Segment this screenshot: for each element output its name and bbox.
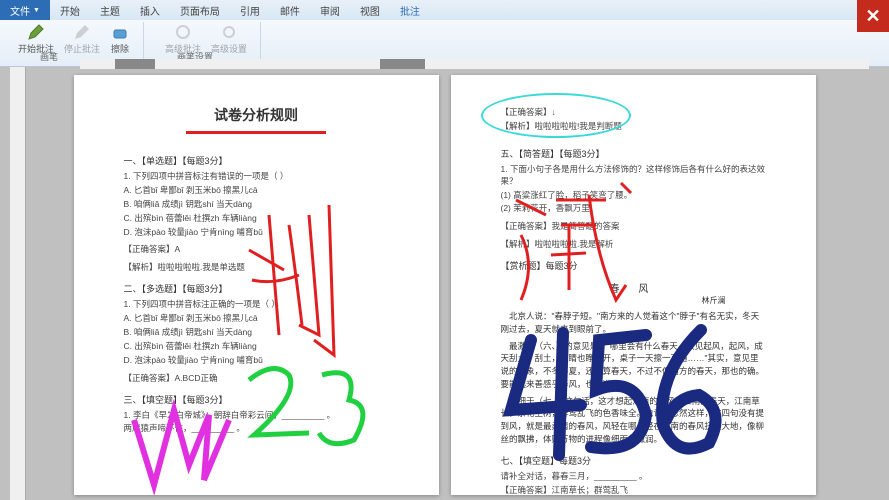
option-d: D. 泡沫pào 较量jiào 宁肯nìng 哺育bǔ <box>124 355 389 367</box>
tab-reference[interactable]: 引用 <box>230 3 270 18</box>
question-text: 1. 下面小句子各是用什么方法修饰的？这样修饰后各有什么好的表达效果？ <box>501 164 766 188</box>
file-label: 文件 <box>10 3 30 18</box>
correct-answer: 【正确答案】我是简答题的答案 <box>501 221 766 233</box>
option-a: A. 匕首bǐ 卑鄙bǐ 剥玉米bō 擦黑儿cā <box>124 313 389 325</box>
ribbon-label: 停止批注 <box>64 42 100 55</box>
section-6-heading: 【赏析题】每题3分 <box>501 259 766 272</box>
brush-icon <box>173 22 193 42</box>
pencil-stop-icon <box>72 22 92 42</box>
section-1-heading: 一、【单选题】【每题3分】 <box>124 154 389 167</box>
paragraph: 最激烈（六、）的意见是："哪里会有什么春天，只见起风，起风，成天刮土，刮土，眼睛… <box>501 340 766 391</box>
ribbon-label: 高级设置 <box>211 42 247 55</box>
tab-review[interactable]: 审阅 <box>310 3 350 18</box>
title-underline-annotation <box>186 131 326 134</box>
option-b: B. 咱俩liǎ 成绩jì 钥匙shí 当天dàng <box>124 199 389 211</box>
gear-icon <box>219 22 239 42</box>
option-b: B. 咱俩liǎ 成绩jì 钥匙shí 当天dàng <box>124 327 389 339</box>
section-5-heading: 五、【简答题】【每题3分】 <box>501 147 766 160</box>
explanation: 【解析】啦啦啦啦啦.我是单选题 <box>124 262 389 274</box>
page-title: 试卷分析规则 <box>124 105 389 125</box>
section-2-heading: 二、【多选题】【每题3分】 <box>124 282 389 295</box>
tab-start[interactable]: 开始 <box>50 3 90 18</box>
option-c: C. 出殡bìn 蓓蕾lěi 杜撰zh 车辆liàng <box>124 341 389 353</box>
close-button[interactable]: ✕ <box>857 0 889 32</box>
pencil-icon <box>26 22 46 42</box>
option-d: D. 泡沫pào 较量jiào 宁肯nìng 哺育bǔ <box>124 227 389 239</box>
chevron-down-icon: ▼ <box>33 7 40 14</box>
question-text: 1. 李白《早发白帝城》：朝辞白帝彩云间，_________ 。 <box>124 410 389 422</box>
ribbon-group-label: 画笔 <box>40 50 58 63</box>
correct-answer: 【正确答案】江南草长；群莺乱飞 <box>501 485 766 495</box>
ribbon-label: 擦除 <box>111 42 129 55</box>
question-text: 1. 下列四项中拼音标注正确的一项是（ ） <box>124 299 389 311</box>
section-3-heading: 三、【填空题】【每题3分】 <box>124 393 389 406</box>
poem-author: 林斤澜 <box>501 295 726 306</box>
explanation: 【解析】啦啦啦啦啦.我是解析 <box>501 239 766 251</box>
page-1[interactable]: 试卷分析规则 一、【单选题】【每题3分】 1. 下列四项中拼音标注有错误的一项是… <box>74 75 439 495</box>
sub-question: (1) 高粱涨红了脸，稻子笑弯了腰。 <box>501 190 766 202</box>
correct-answer: 【正确答案】A <box>124 244 389 256</box>
question-text: 两岸猿声啼不住，_________ 。 <box>124 423 389 435</box>
option-c: C. 出殡bìn 蓓蕾lěi 杜撰zh 车辆liàng <box>124 213 389 225</box>
question-text: 1. 下列四项中拼音标注有错误的一项是（ ） <box>124 171 389 183</box>
tab-theme[interactable]: 主题 <box>90 3 130 18</box>
stop-annotate-button[interactable]: 停止批注 <box>59 22 105 54</box>
section-7-heading: 七、【填空题】每题3分 <box>501 454 766 467</box>
paragraph: 北京人说："春脖子短。"南方来的人觉着这个"脖子"有名无实，冬天刚过去，夏天就来… <box>501 310 766 336</box>
cyan-circle-annotation <box>481 93 631 138</box>
option-a: A. 匕首bǐ 卑鄙bǐ 剥玉米bō 擦黑儿cā <box>124 185 389 197</box>
tab-view[interactable]: 视图 <box>350 3 390 18</box>
vertical-ruler <box>10 67 26 500</box>
file-menu[interactable]: 文件▼ <box>0 0 50 20</box>
eraser-icon <box>110 22 130 42</box>
paragraph: 我细于（七、）这句话，这才想起江南的春风、江南的春天，江南草长，杂花生树，群莺乱… <box>501 395 766 446</box>
sub-question: (2) 茉莉花开，香飘万里。 <box>501 203 766 215</box>
erase-button[interactable]: 擦除 <box>105 22 135 54</box>
tab-mail[interactable]: 邮件 <box>270 3 310 18</box>
correct-answer: 【正确答案】A.BCD正确 <box>124 373 389 385</box>
tab-layout[interactable]: 页面布局 <box>170 3 230 18</box>
horizontal-ruler <box>80 59 869 69</box>
tab-insert[interactable]: 插入 <box>130 3 170 18</box>
tab-annotate[interactable]: 批注 <box>390 3 430 18</box>
poem-title: 春 风 <box>501 280 766 295</box>
document-workspace: 试卷分析规则 一、【单选题】【每题3分】 1. 下列四项中拼音标注有错误的一项是… <box>0 67 889 500</box>
page-2[interactable]: 【正确答案】↓ 【解析】啦啦啦啦啦!我是判断题 五、【简答题】【每题3分】 1.… <box>451 75 816 495</box>
menu-bar: 文件▼ 开始 主题 插入 页面布局 引用 邮件 审阅 视图 批注 <box>0 0 889 20</box>
question-text: 请补全对话，暮春三月，_________ 。 <box>501 471 766 483</box>
